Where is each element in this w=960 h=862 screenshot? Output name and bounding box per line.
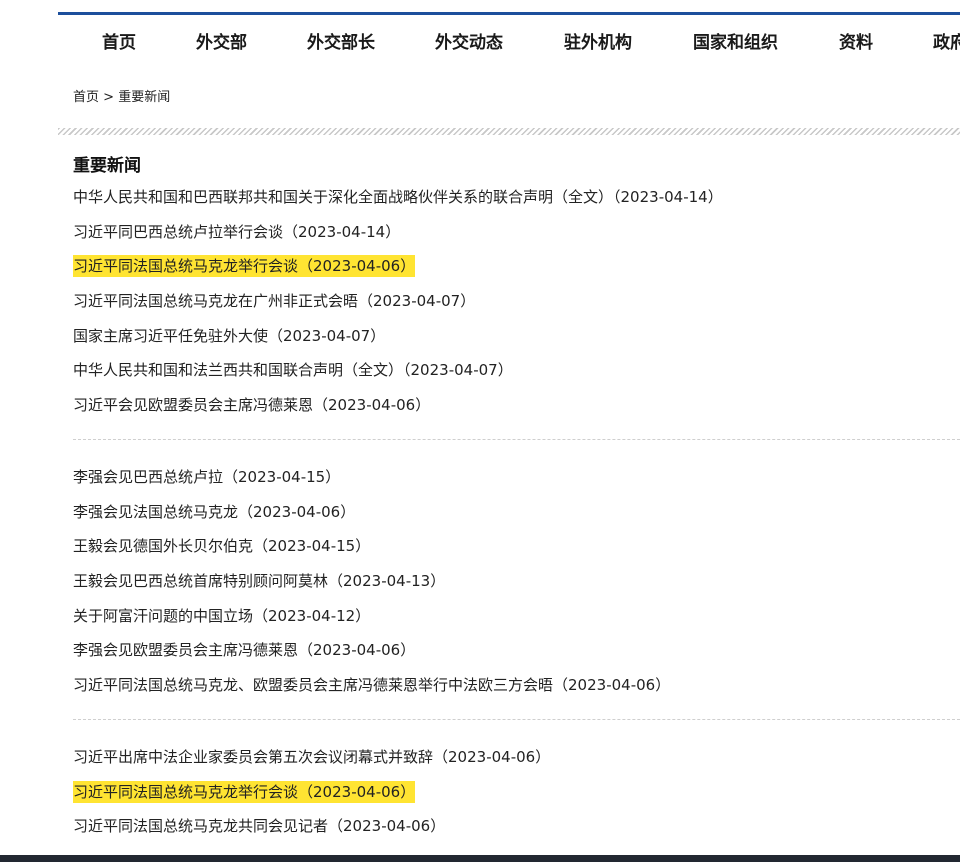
news-item: 国家主席习近平任免驻外大使（2023-04-07） (73, 324, 960, 359)
breadcrumb-home[interactable]: 首页 (73, 90, 99, 105)
news-item: 李强会见巴西总统卢拉（2023-04-15） (73, 465, 960, 500)
news-item: 李强会见欧盟委员会主席冯德莱恩（2023-04-06） (73, 638, 960, 673)
news-group-2: 李强会见巴西总统卢拉（2023-04-15） 李强会见法国总统马克龙（2023-0… (73, 465, 960, 708)
nav-item-missions[interactable]: 驻外机构 (564, 28, 632, 53)
news-item: 王毅会见德国外长贝尔伯克（2023-04-15） (73, 534, 960, 569)
news-item: 李强会见法国总统马克龙（2023-04-06） (73, 500, 960, 535)
news-title: 王毅会见巴西总统首席特别顾问阿莫林 (73, 572, 329, 591)
news-link[interactable]: 关于阿富汗问题的中国立场（2023-04-12） (73, 607, 370, 625)
news-title: 习近平同法国总统马克龙在广州非正式会晤 (73, 292, 359, 311)
news-date: （2023-04-06） (298, 782, 416, 801)
news-item: 习近平出席中法企业家委员会第五次会议闭幕式并致辞（2023-04-06） (73, 745, 960, 780)
news-link[interactable]: 习近平出席中法企业家委员会第五次会议闭幕式并致辞（2023-04-06） (73, 748, 550, 766)
news-link[interactable]: 李强会见欧盟委员会主席冯德莱恩（2023-04-06） (73, 641, 415, 659)
news-date: （2023-04-07） (268, 326, 386, 345)
nav-item-government[interactable]: 政府 (933, 28, 960, 53)
news-item: 习近平同法国总统马克龙共同会见记者（2023-04-06） (73, 814, 960, 849)
news-link[interactable]: 中华人民共和国和法兰西共和国联合声明（全文）（2023-04-07） (73, 361, 513, 379)
news-link[interactable]: 李强会见法国总统马克龙（2023-04-06） (73, 503, 355, 521)
news-title: 中华人民共和国和巴西联邦共和国关于深化全面战略伙伴关系的联合声明（全文） (73, 188, 614, 206)
news-title: 关于阿富汗问题的中国立场 (73, 606, 254, 625)
news-item: 习近平同法国总统马克龙举行会谈（2023-04-06） (73, 780, 960, 815)
news-item: 习近平同法国总统马克龙、欧盟委员会主席冯德莱恩举行中法欧三方会晤（2023-04… (73, 673, 960, 708)
news-date: （2023-04-14） (283, 222, 401, 241)
news-item: 习近平同法国总统马克龙举行会谈（2023-04-06） (73, 254, 960, 289)
news-title: 习近平同法国总统马克龙共同会见记者 (73, 817, 329, 836)
news-title: 中华人民共和国和法兰西共和国联合声明（全文） (73, 361, 404, 380)
news-date: （2023-04-06） (313, 396, 431, 415)
news-link[interactable]: 习近平会见欧盟委员会主席冯德莱恩（2023-04-06） (73, 396, 430, 414)
news-link[interactable]: 习近平同巴西总统卢拉举行会谈（2023-04-14） (73, 223, 400, 241)
news-date: （2023-04-13） (328, 572, 446, 591)
news-date: （2023-04-14） (613, 188, 723, 206)
news-date: （2023-04-06） (298, 257, 416, 276)
hatched-divider (58, 128, 960, 135)
news-link[interactable]: 王毅会见德国外长贝尔伯克（2023-04-15） (73, 537, 370, 555)
news-group-1: 中华人民共和国和巴西联邦共和国关于深化全面战略伙伴关系的联合声明（全文）（202… (73, 185, 960, 428)
news-item: 中华人民共和国和法兰西共和国联合声明（全文）（2023-04-07） (73, 358, 960, 393)
section-title: 重要新闻 (73, 156, 141, 176)
news-item: 中华人民共和国和巴西联邦共和国关于深化全面战略伙伴关系的联合声明（全文）（202… (73, 185, 960, 220)
news-item: 习近平同法国总统马克龙在广州非正式会晤（2023-04-07） (73, 289, 960, 324)
news-title: 习近平同巴西总统卢拉举行会谈 (73, 222, 284, 241)
news-date: （2023-04-06） (298, 641, 416, 660)
news-link[interactable]: 中华人民共和国和巴西联邦共和国关于深化全面战略伙伴关系的联合声明（全文）（202… (73, 188, 723, 206)
news-title: 习近平同法国总统马克龙举行会谈 (73, 257, 299, 276)
news-date: （2023-04-06） (238, 502, 356, 521)
news-title: 习近平同法国总统马克龙举行会谈 (73, 782, 299, 801)
nav-item-diplomatic-news[interactable]: 外交动态 (435, 28, 503, 53)
news-title: 习近平会见欧盟委员会主席冯德莱恩 (73, 396, 314, 415)
news-date: （2023-04-07） (403, 361, 513, 380)
news-link[interactable]: 习近平同法国总统马克龙在广州非正式会晤（2023-04-07） (73, 292, 475, 310)
group-divider (73, 719, 960, 720)
news-item: 习近平同巴西总统卢拉举行会谈（2023-04-14） (73, 220, 960, 255)
news-link[interactable]: 李强会见巴西总统卢拉（2023-04-15） (73, 468, 340, 486)
main-nav: 首页 外交部 外交部长 外交动态 驻外机构 国家和组织 资料 政府 (58, 15, 960, 65)
news-date: （2023-04-06） (328, 817, 446, 836)
nav-item-minister[interactable]: 外交部长 (307, 28, 375, 53)
news-item: 关于阿富汗问题的中国立场（2023-04-12） (73, 604, 960, 639)
news-date: （2023-04-15） (253, 537, 371, 556)
news-item: 王毅会见巴西总统首席特别顾问阿莫林（2023-04-13） (73, 569, 960, 604)
news-date: （2023-04-06） (553, 676, 671, 695)
news-link[interactable]: 王毅会见巴西总统首席特别顾问阿莫林（2023-04-13） (73, 572, 445, 590)
news-link[interactable]: 习近平同法国总统马克龙、欧盟委员会主席冯德莱恩举行中法欧三方会晤（2023-04… (73, 676, 670, 694)
news-date: （2023-04-12） (253, 606, 371, 625)
news-link[interactable]: 习近平同法国总统马克龙举行会谈（2023-04-06） (73, 780, 416, 803)
news-title: 李强会见欧盟委员会主席冯德莱恩 (73, 641, 299, 660)
news-item: 习近平会见欧盟委员会主席冯德莱恩（2023-04-06） (73, 393, 960, 428)
breadcrumb-current: 重要新闻 (118, 90, 171, 105)
news-title: 王毅会见德国外长贝尔伯克 (73, 537, 254, 556)
news-link[interactable]: 习近平同法国总统马克龙共同会见记者（2023-04-06） (73, 817, 445, 835)
nav-item-countries-orgs[interactable]: 国家和组织 (693, 28, 778, 53)
breadcrumb-separator: > (103, 90, 115, 105)
news-link[interactable]: 国家主席习近平任免驻外大使（2023-04-07） (73, 327, 385, 345)
nav-item-ministry[interactable]: 外交部 (196, 28, 247, 53)
news-link[interactable]: 习近平同法国总统马克龙举行会谈（2023-04-06） (73, 255, 416, 278)
news-title: 习近平同法国总统马克龙、欧盟委员会主席冯德莱恩举行中法欧三方会晤 (73, 676, 554, 695)
news-title: 李强会见巴西总统卢拉 (73, 468, 224, 486)
nav-item-home[interactable]: 首页 (102, 28, 136, 53)
news-date: （2023-04-07） (358, 292, 476, 311)
news-title: 国家主席习近平任免驻外大使 (73, 326, 269, 345)
news-title: 习近平出席中法企业家委员会第五次会议闭幕式并致辞 (73, 748, 434, 766)
group-divider (73, 439, 960, 440)
nav-item-resources[interactable]: 资料 (839, 28, 873, 53)
bottom-edge (0, 855, 960, 862)
news-group-3: 习近平出席中法企业家委员会第五次会议闭幕式并致辞（2023-04-06） 习近平同… (73, 745, 960, 849)
news-date: （2023-04-06） (433, 748, 551, 766)
news-title: 李强会见法国总统马克龙 (73, 502, 239, 521)
news-date: （2023-04-15） (223, 468, 341, 486)
breadcrumb: 首页 > 重要新闻 (73, 86, 170, 105)
